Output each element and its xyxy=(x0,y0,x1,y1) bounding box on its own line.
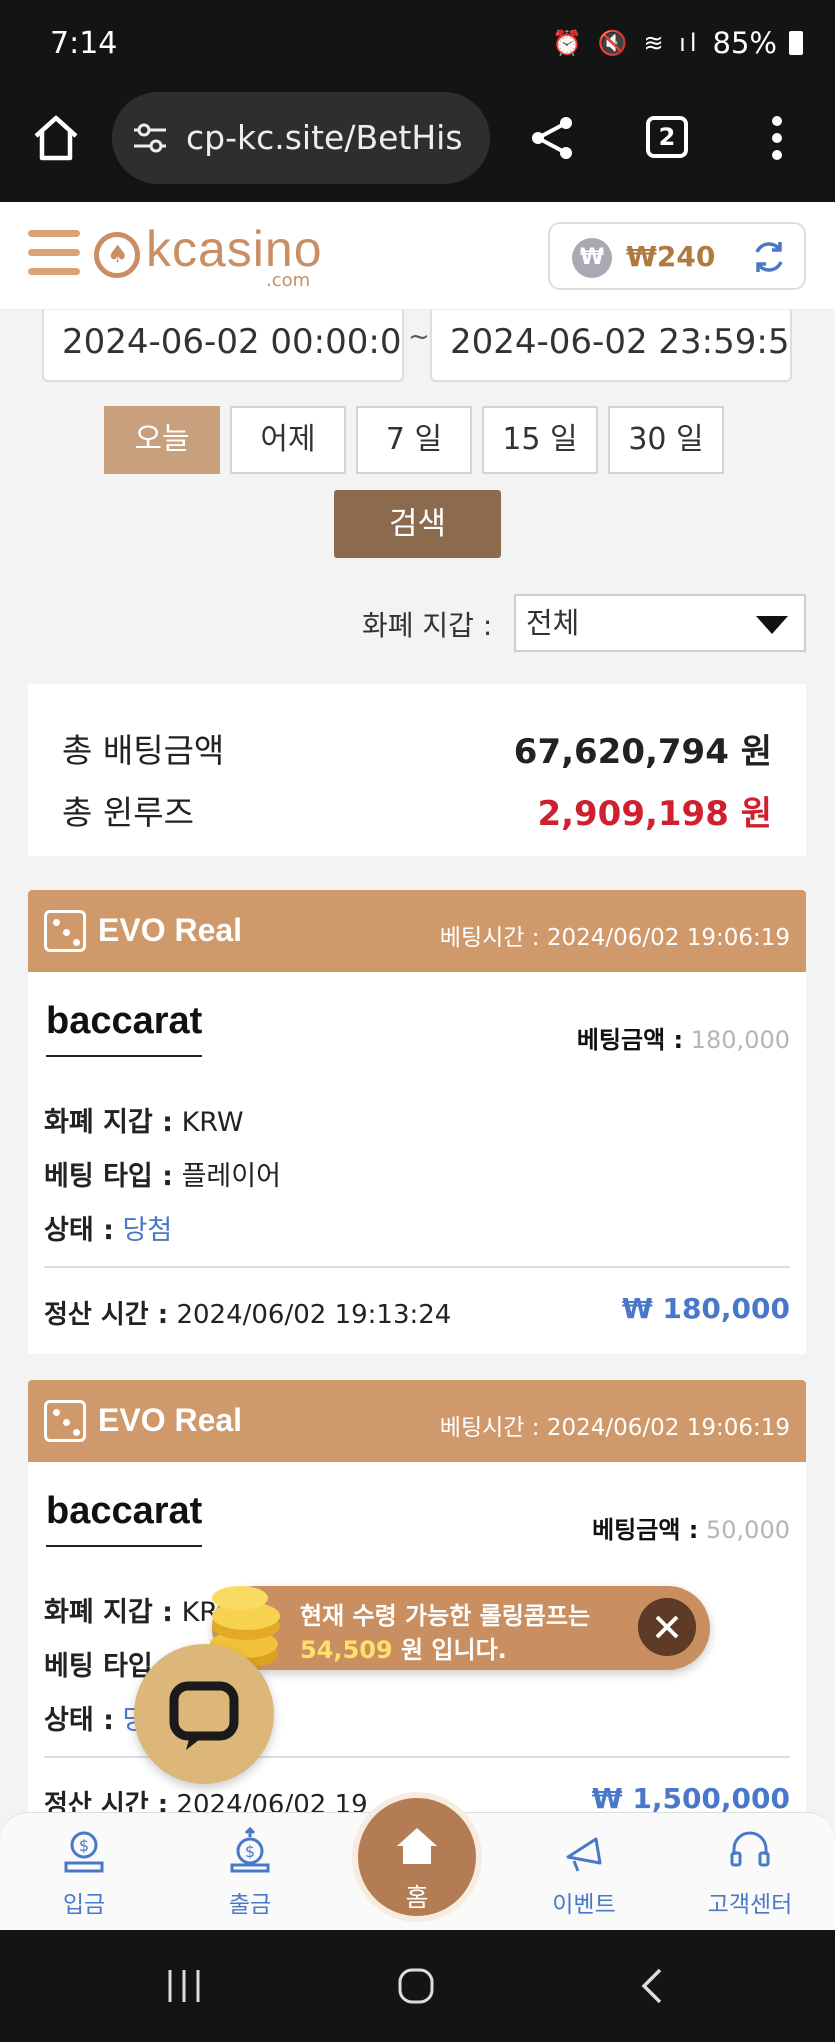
bet-wallet-row: 화폐 지갑 : KR xyxy=(44,1597,219,1628)
period-7days-button[interactable]: 7 일 xyxy=(356,406,472,474)
divider xyxy=(44,1266,790,1268)
status-icons: ⏰ 🔇 ≋ ıl xyxy=(552,29,701,57)
withdraw-icon: $ xyxy=(230,1826,270,1873)
url-bar[interactable]: cp-kc.site/BetHis xyxy=(112,92,490,184)
wallet-filter-select[interactable]: 전체 xyxy=(514,594,806,652)
bet-time: 베팅시간 : 2024/06/02 19:06:19 xyxy=(439,1415,790,1441)
android-home-icon[interactable] xyxy=(396,1966,436,2006)
bet-type-row: 베팅 타입 : 플레이어 xyxy=(44,1161,281,1192)
period-15days-button[interactable]: 15 일 xyxy=(482,406,598,474)
bet-amount: 베팅금액 : 50,000 xyxy=(592,1516,790,1544)
bet-provider: EVO Real xyxy=(98,912,243,948)
browser-toolbar: cp-kc.site/BetHis 2 xyxy=(0,90,835,202)
period-30days-button[interactable]: 30 일 xyxy=(608,406,724,474)
wallet-filter-value: 전체 xyxy=(526,606,580,640)
total-winloss-label: 총 윈루즈 xyxy=(62,793,194,832)
total-bet-label: 총 배팅금액 xyxy=(62,731,225,770)
bet-card: EVO Real 베팅시간 : 2024/06/02 19:06:19 bacc… xyxy=(28,890,806,1354)
hamburger-menu-icon[interactable] xyxy=(28,230,80,282)
recents-icon[interactable] xyxy=(164,1966,204,2006)
status-time: 7:14 xyxy=(50,26,118,61)
bet-status-row: 상태 : 당 xyxy=(44,1705,147,1736)
date-separator: ~ xyxy=(408,322,430,352)
payout-amount: ₩ 180,000 xyxy=(621,1292,790,1325)
bet-card-header: EVO Real 베팅시간 : 2024/06/02 19:06:19 xyxy=(28,1380,806,1462)
status-bar: 7:14 ⏰ 🔇 ≋ ıl 85% xyxy=(0,0,835,90)
nav-withdraw[interactable]: $ 출금 xyxy=(190,1821,310,1925)
headset-icon xyxy=(730,1831,770,1867)
wallet-filter-label: 화폐 지갑 : xyxy=(362,609,493,642)
nav-home[interactable]: 홈 xyxy=(352,1792,482,1922)
totals-panel: 총 배팅금액 67,620,794 원 총 윈루즈 2,909,198 원 xyxy=(28,684,806,856)
refresh-icon[interactable] xyxy=(750,238,788,276)
tune-icon[interactable] xyxy=(132,120,168,156)
nav-deposit[interactable]: $ 입금 xyxy=(24,1821,144,1925)
bet-time: 베팅시간 : 2024/06/02 19:06:19 xyxy=(439,925,790,951)
nav-support[interactable]: 고객센터 xyxy=(690,1821,810,1925)
nav-support-label: 고객센터 xyxy=(707,1892,793,1918)
period-selector: 오늘 어제 7 일 15 일 30 일 xyxy=(104,406,724,474)
search-button[interactable]: 검색 xyxy=(334,490,501,558)
more-vert-icon[interactable] xyxy=(770,114,784,162)
close-icon[interactable] xyxy=(638,1598,696,1656)
android-navigation-bar xyxy=(0,1930,835,2042)
dice-icon xyxy=(44,910,86,952)
logo-chip-icon xyxy=(94,232,140,278)
status-right: ⏰ 🔇 ≋ ıl 85% xyxy=(552,26,803,60)
caret-down-icon xyxy=(756,616,788,634)
tab-switcher-button[interactable]: 2 xyxy=(646,116,688,158)
nav-deposit-label: 입금 xyxy=(62,1892,106,1918)
balance-widget[interactable]: ₩ ₩240 xyxy=(548,222,806,290)
won-coin-icon: ₩ xyxy=(572,238,612,278)
battery-icon xyxy=(789,31,803,55)
dice-icon xyxy=(44,1400,86,1442)
date-start-input[interactable]: 2024-06-02 00:00:00 xyxy=(42,310,404,382)
home-icon xyxy=(397,1828,437,1864)
back-icon[interactable] xyxy=(634,1966,674,2006)
nav-withdraw-label: 출금 xyxy=(228,1892,272,1918)
balance-amount: ₩240 xyxy=(626,240,716,273)
bet-game-name: baccarat xyxy=(46,1000,203,1057)
site-logo[interactable]: kcasino .com xyxy=(94,221,324,291)
toast-line1: 현재 수령 가능한 롤링콤프는 xyxy=(300,1602,591,1630)
bet-amount: 베팅금액 : 180,000 xyxy=(576,1026,790,1054)
bet-card-header: EVO Real 베팅시간 : 2024/06/02 19:06:19 xyxy=(28,890,806,972)
svg-text:$: $ xyxy=(245,1842,255,1861)
battery-percent: 85% xyxy=(712,26,777,60)
period-yesterday-button[interactable]: 어제 xyxy=(230,406,346,474)
logo-domain: .com xyxy=(266,270,311,291)
bet-status-row: 상태 : 당첨 xyxy=(44,1215,173,1246)
nav-event-label: 이벤트 xyxy=(552,1892,616,1918)
chat-icon xyxy=(169,1681,239,1750)
chat-button[interactable] xyxy=(134,1644,274,1784)
url-text[interactable]: cp-kc.site/BetHis xyxy=(186,118,476,157)
date-end-input[interactable]: 2024-06-02 23:59:59 xyxy=(430,310,792,382)
settle-time-row: 정산 시간 : 2024/06/02 19:13:24 xyxy=(44,1300,452,1330)
bet-provider: EVO Real xyxy=(98,1402,243,1438)
deposit-icon: $ xyxy=(64,1831,104,1873)
total-winloss-value: 2,909,198 원 xyxy=(537,794,772,834)
home-icon[interactable] xyxy=(30,112,82,164)
nav-home-label: 홈 xyxy=(405,1883,429,1912)
payout-amount: ₩ 1,500,000 xyxy=(591,1782,790,1815)
bet-game-name: baccarat xyxy=(46,1490,203,1547)
share-icon[interactable] xyxy=(528,114,576,162)
nav-event[interactable]: 이벤트 xyxy=(524,1821,644,1925)
total-bet-value: 67,620,794 원 xyxy=(513,732,772,772)
toast-line2: 54,509 원 입니다. xyxy=(300,1636,507,1664)
site-header: kcasino .com ₩ ₩240 xyxy=(0,202,835,310)
svg-text:$: $ xyxy=(79,1836,89,1855)
event-icon xyxy=(566,1837,602,1872)
period-today-button[interactable]: 오늘 xyxy=(104,406,220,474)
bet-wallet-row: 화폐 지갑 : KRW xyxy=(44,1107,244,1138)
